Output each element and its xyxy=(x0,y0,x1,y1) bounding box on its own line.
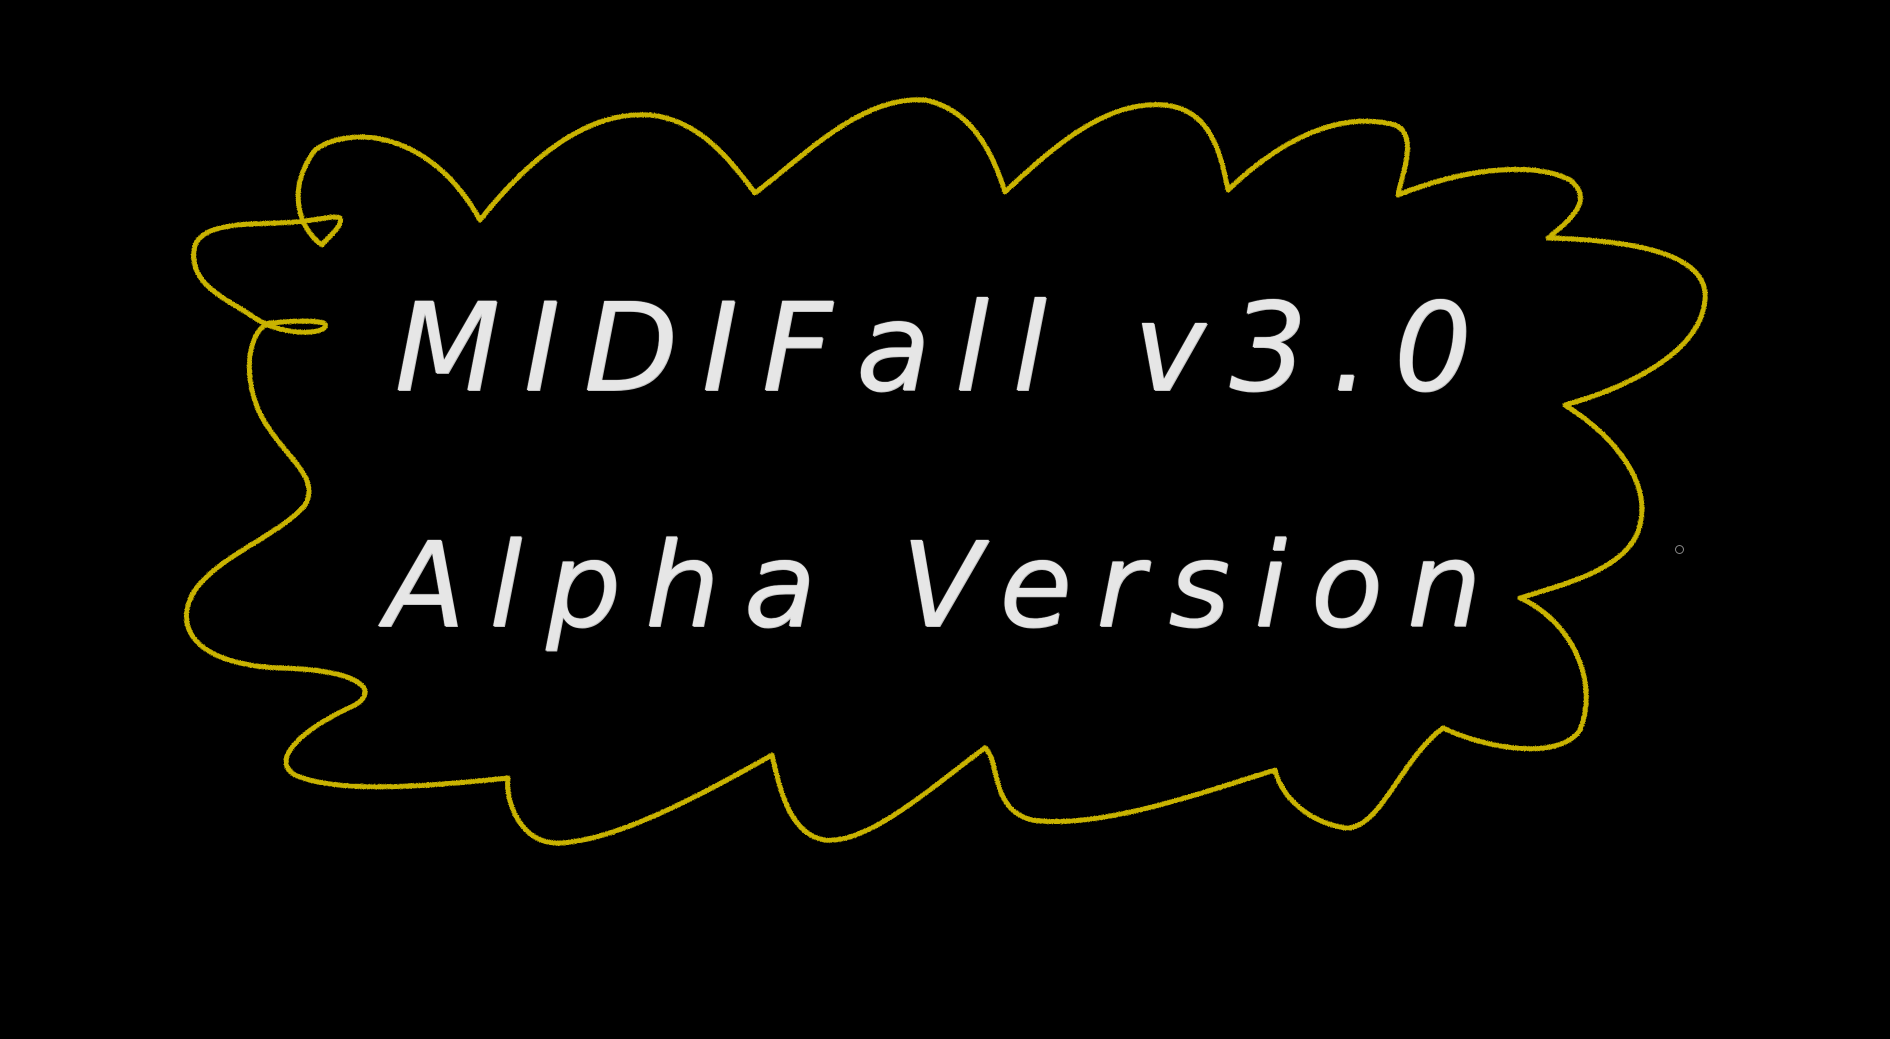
splash-canvas[interactable]: MIDIFall v3.0 Alpha Version xyxy=(0,0,1890,1039)
cloud-outline-stroke xyxy=(183,97,1708,846)
cursor-ring-icon xyxy=(1675,545,1684,554)
splash-title: MIDIFall v3.0 xyxy=(394,277,1496,419)
splash-subtitle: Alpha Version xyxy=(384,516,1506,654)
